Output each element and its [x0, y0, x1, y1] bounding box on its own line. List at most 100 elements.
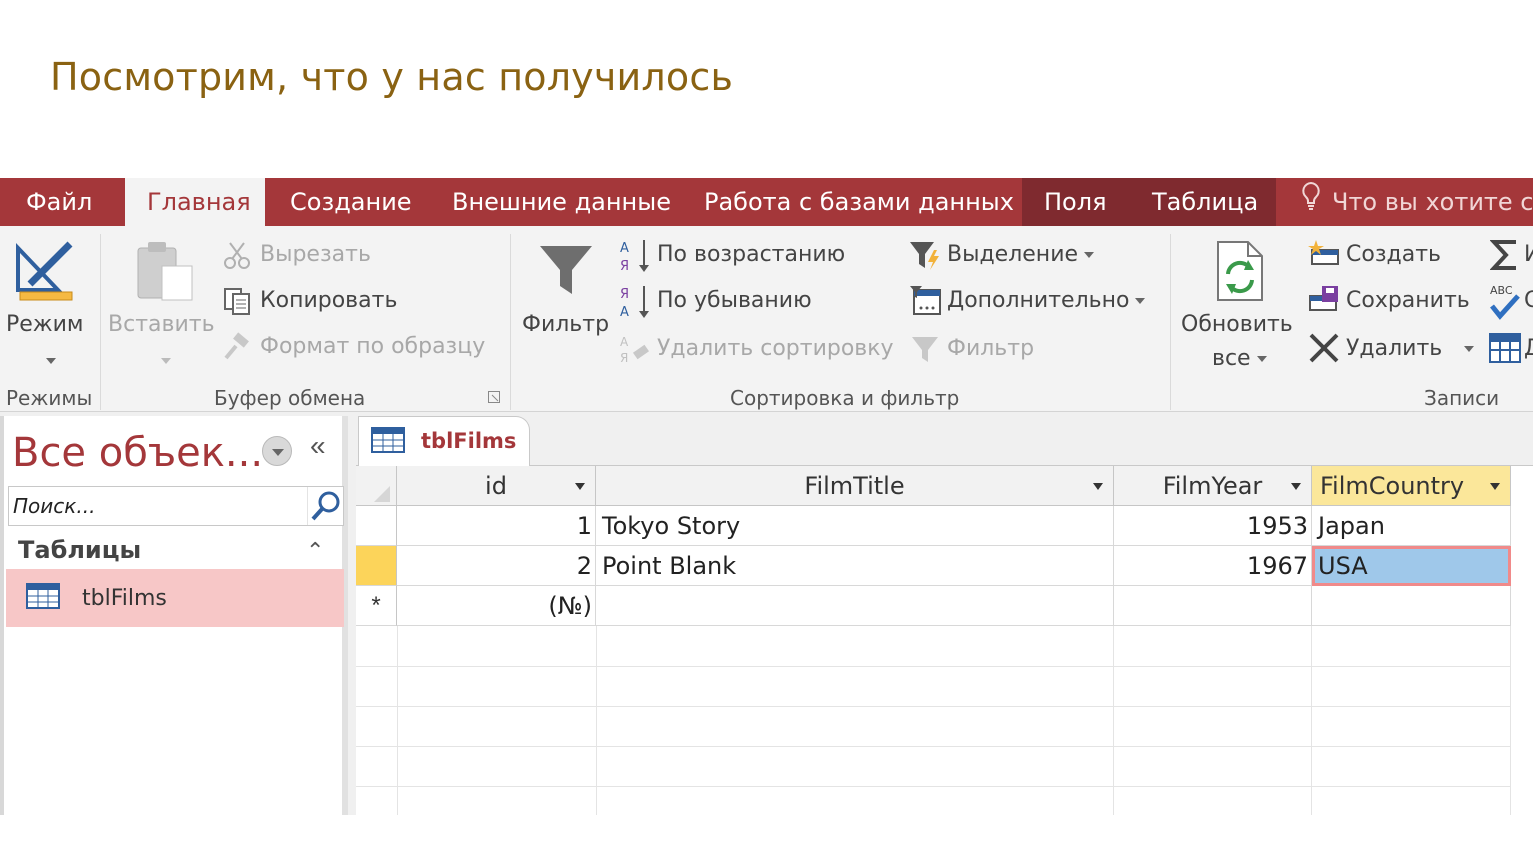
svg-text:A: A — [620, 305, 629, 320]
tab-external-data[interactable]: Внешние данные — [430, 178, 693, 226]
cell-filmtitle[interactable]: Tokyo Story — [596, 506, 1114, 546]
copy-icon — [222, 286, 252, 321]
grid-line — [356, 746, 1511, 747]
paste-dropdown-icon[interactable] — [155, 352, 171, 370]
cell-id-new[interactable]: (№) — [397, 586, 596, 626]
document-area: tblFilms id FilmTitle FilmYear FilmCount… — [356, 416, 1533, 815]
nav-group-tables[interactable]: Таблицы — [18, 536, 141, 564]
cell-id[interactable]: 2 — [397, 546, 596, 586]
group-label-sort-filter: Сортировка и фильтр — [730, 386, 960, 410]
document-tab-label: tblFilms — [421, 429, 517, 453]
format-painter-icon — [222, 332, 252, 367]
chevron-down-icon — [1464, 346, 1475, 352]
selection-button[interactable]: Выделение — [947, 242, 1095, 267]
totals-icon — [1489, 238, 1520, 277]
column-header-filmyear[interactable]: FilmYear — [1114, 466, 1312, 506]
tab-database-tools[interactable]: Работа с базами данных — [682, 178, 1036, 226]
delete-record-button[interactable]: Удалить — [1346, 336, 1475, 361]
chevron-down-icon[interactable] — [575, 483, 585, 490]
paste-icon[interactable] — [134, 238, 198, 309]
sort-ascending-button[interactable]: По возрастанию — [657, 242, 845, 267]
spelling-button[interactable]: С — [1524, 288, 1533, 313]
refresh-all-button[interactable]: Обновить — [1181, 312, 1293, 337]
nav-item-tblfilms[interactable]: tblFilms — [6, 569, 344, 627]
tell-me-box[interactable]: Что вы хотите сд — [1276, 178, 1533, 226]
paste-button[interactable]: Вставить — [108, 312, 215, 337]
nav-search-box — [8, 486, 344, 526]
grid-line — [356, 786, 1511, 787]
grid-line — [356, 666, 1511, 667]
filter-icon[interactable] — [536, 240, 596, 305]
advanced-filter-icon — [908, 284, 942, 323]
selection-dropdown-icon — [1084, 252, 1095, 258]
save-record-button[interactable]: Сохранить — [1346, 288, 1470, 313]
cell-filmtitle[interactable]: Point Blank — [596, 546, 1114, 586]
advanced-dropdown-icon — [1135, 298, 1146, 304]
group-label-records: Записи — [1424, 386, 1500, 410]
search-icon[interactable] — [307, 487, 343, 525]
tab-table[interactable]: Таблица — [1130, 178, 1276, 226]
cell-filmcountry[interactable]: Japan — [1312, 506, 1511, 546]
nav-search-input[interactable] — [9, 487, 307, 525]
toggle-filter-button[interactable]: Фильтр — [947, 336, 1034, 361]
nav-item-label: tblFilms — [82, 586, 167, 611]
chevron-down-icon[interactable] — [1291, 483, 1301, 490]
totals-button[interactable]: И — [1524, 242, 1533, 267]
access-window: Файл Главная Создание Внешние данные Раб… — [0, 178, 1533, 815]
filter-button[interactable]: Фильтр — [522, 312, 609, 337]
cell-id[interactable]: 1 — [397, 506, 596, 546]
mode-dropdown-icon[interactable] — [40, 352, 56, 370]
chevron-down-icon[interactable] — [1490, 483, 1500, 490]
chevron-down-icon[interactable] — [1093, 483, 1103, 490]
new-record-selector[interactable]: * — [356, 586, 397, 626]
column-header-label: FilmYear — [1162, 472, 1263, 500]
sort-descending-button[interactable]: По убыванию — [657, 288, 812, 313]
table-icon — [371, 427, 405, 458]
sort-descending-icon: ЯA — [618, 284, 654, 325]
cell-filmyear[interactable]: 1953 — [1114, 506, 1312, 546]
format-painter-button[interactable]: Формат по образцу — [260, 334, 485, 359]
spelling-abc-label: ABC — [1490, 284, 1513, 297]
shutter-bar-collapse-icon[interactable]: « — [310, 430, 326, 462]
column-header-filmtitle[interactable]: FilmTitle — [596, 466, 1114, 506]
cut-button[interactable]: Вырезать — [260, 242, 371, 267]
delete-record-label: Удалить — [1346, 336, 1443, 361]
chevron-up-icon[interactable]: ⌃ — [306, 538, 324, 564]
cell-filmyear[interactable]: 1967 — [1114, 546, 1312, 586]
column-header-label: id — [485, 472, 507, 500]
tell-me-text: Что вы хотите сд — [1332, 188, 1533, 216]
mode-button[interactable]: Режим — [6, 312, 84, 337]
more-button[interactable]: Д — [1524, 336, 1533, 361]
record-selector[interactable] — [356, 506, 397, 546]
refresh-all-dropdown[interactable]: все — [1212, 346, 1267, 371]
advanced-button[interactable]: Дополнительно — [947, 288, 1146, 313]
svg-text:A: A — [620, 335, 629, 349]
select-all-corner[interactable] — [356, 466, 397, 506]
group-separator — [1170, 234, 1171, 410]
grid-line — [596, 626, 597, 815]
cell-filmtitle-new[interactable] — [596, 586, 1114, 626]
cell-filmyear-new[interactable] — [1114, 586, 1312, 626]
sort-ascending-icon: AЯ — [618, 238, 654, 279]
group-label-clipboard: Буфер обмена — [214, 386, 366, 410]
tab-create[interactable]: Создание — [268, 178, 434, 226]
tab-fields[interactable]: Поля — [1022, 178, 1130, 226]
refresh-all-icon[interactable] — [1212, 238, 1268, 309]
remove-sort-button[interactable]: Удалить сортировку — [657, 336, 894, 361]
svg-text:A: A — [620, 241, 629, 256]
document-tab-tblfilms[interactable]: tblFilms — [358, 416, 530, 467]
cell-filmcountry-active[interactable]: USA — [1312, 546, 1511, 586]
dialog-launcher-icon[interactable] — [488, 390, 500, 408]
copy-button[interactable]: Копировать — [260, 288, 397, 313]
column-header-id[interactable]: id — [397, 466, 596, 506]
new-record-button[interactable]: Создать — [1346, 242, 1441, 267]
tab-file[interactable]: Файл — [4, 178, 114, 226]
record-selector-current[interactable] — [356, 546, 397, 586]
cell-filmcountry-new[interactable] — [1312, 586, 1511, 626]
column-header-filmcountry[interactable]: FilmCountry — [1312, 466, 1511, 506]
view-mode-icon[interactable] — [12, 238, 78, 309]
nav-pane-title[interactable]: Все объек... — [12, 430, 263, 476]
tab-home[interactable]: Главная — [125, 178, 265, 226]
nav-menu-dropdown-icon[interactable] — [262, 436, 292, 466]
toggle-filter-icon — [910, 334, 940, 369]
